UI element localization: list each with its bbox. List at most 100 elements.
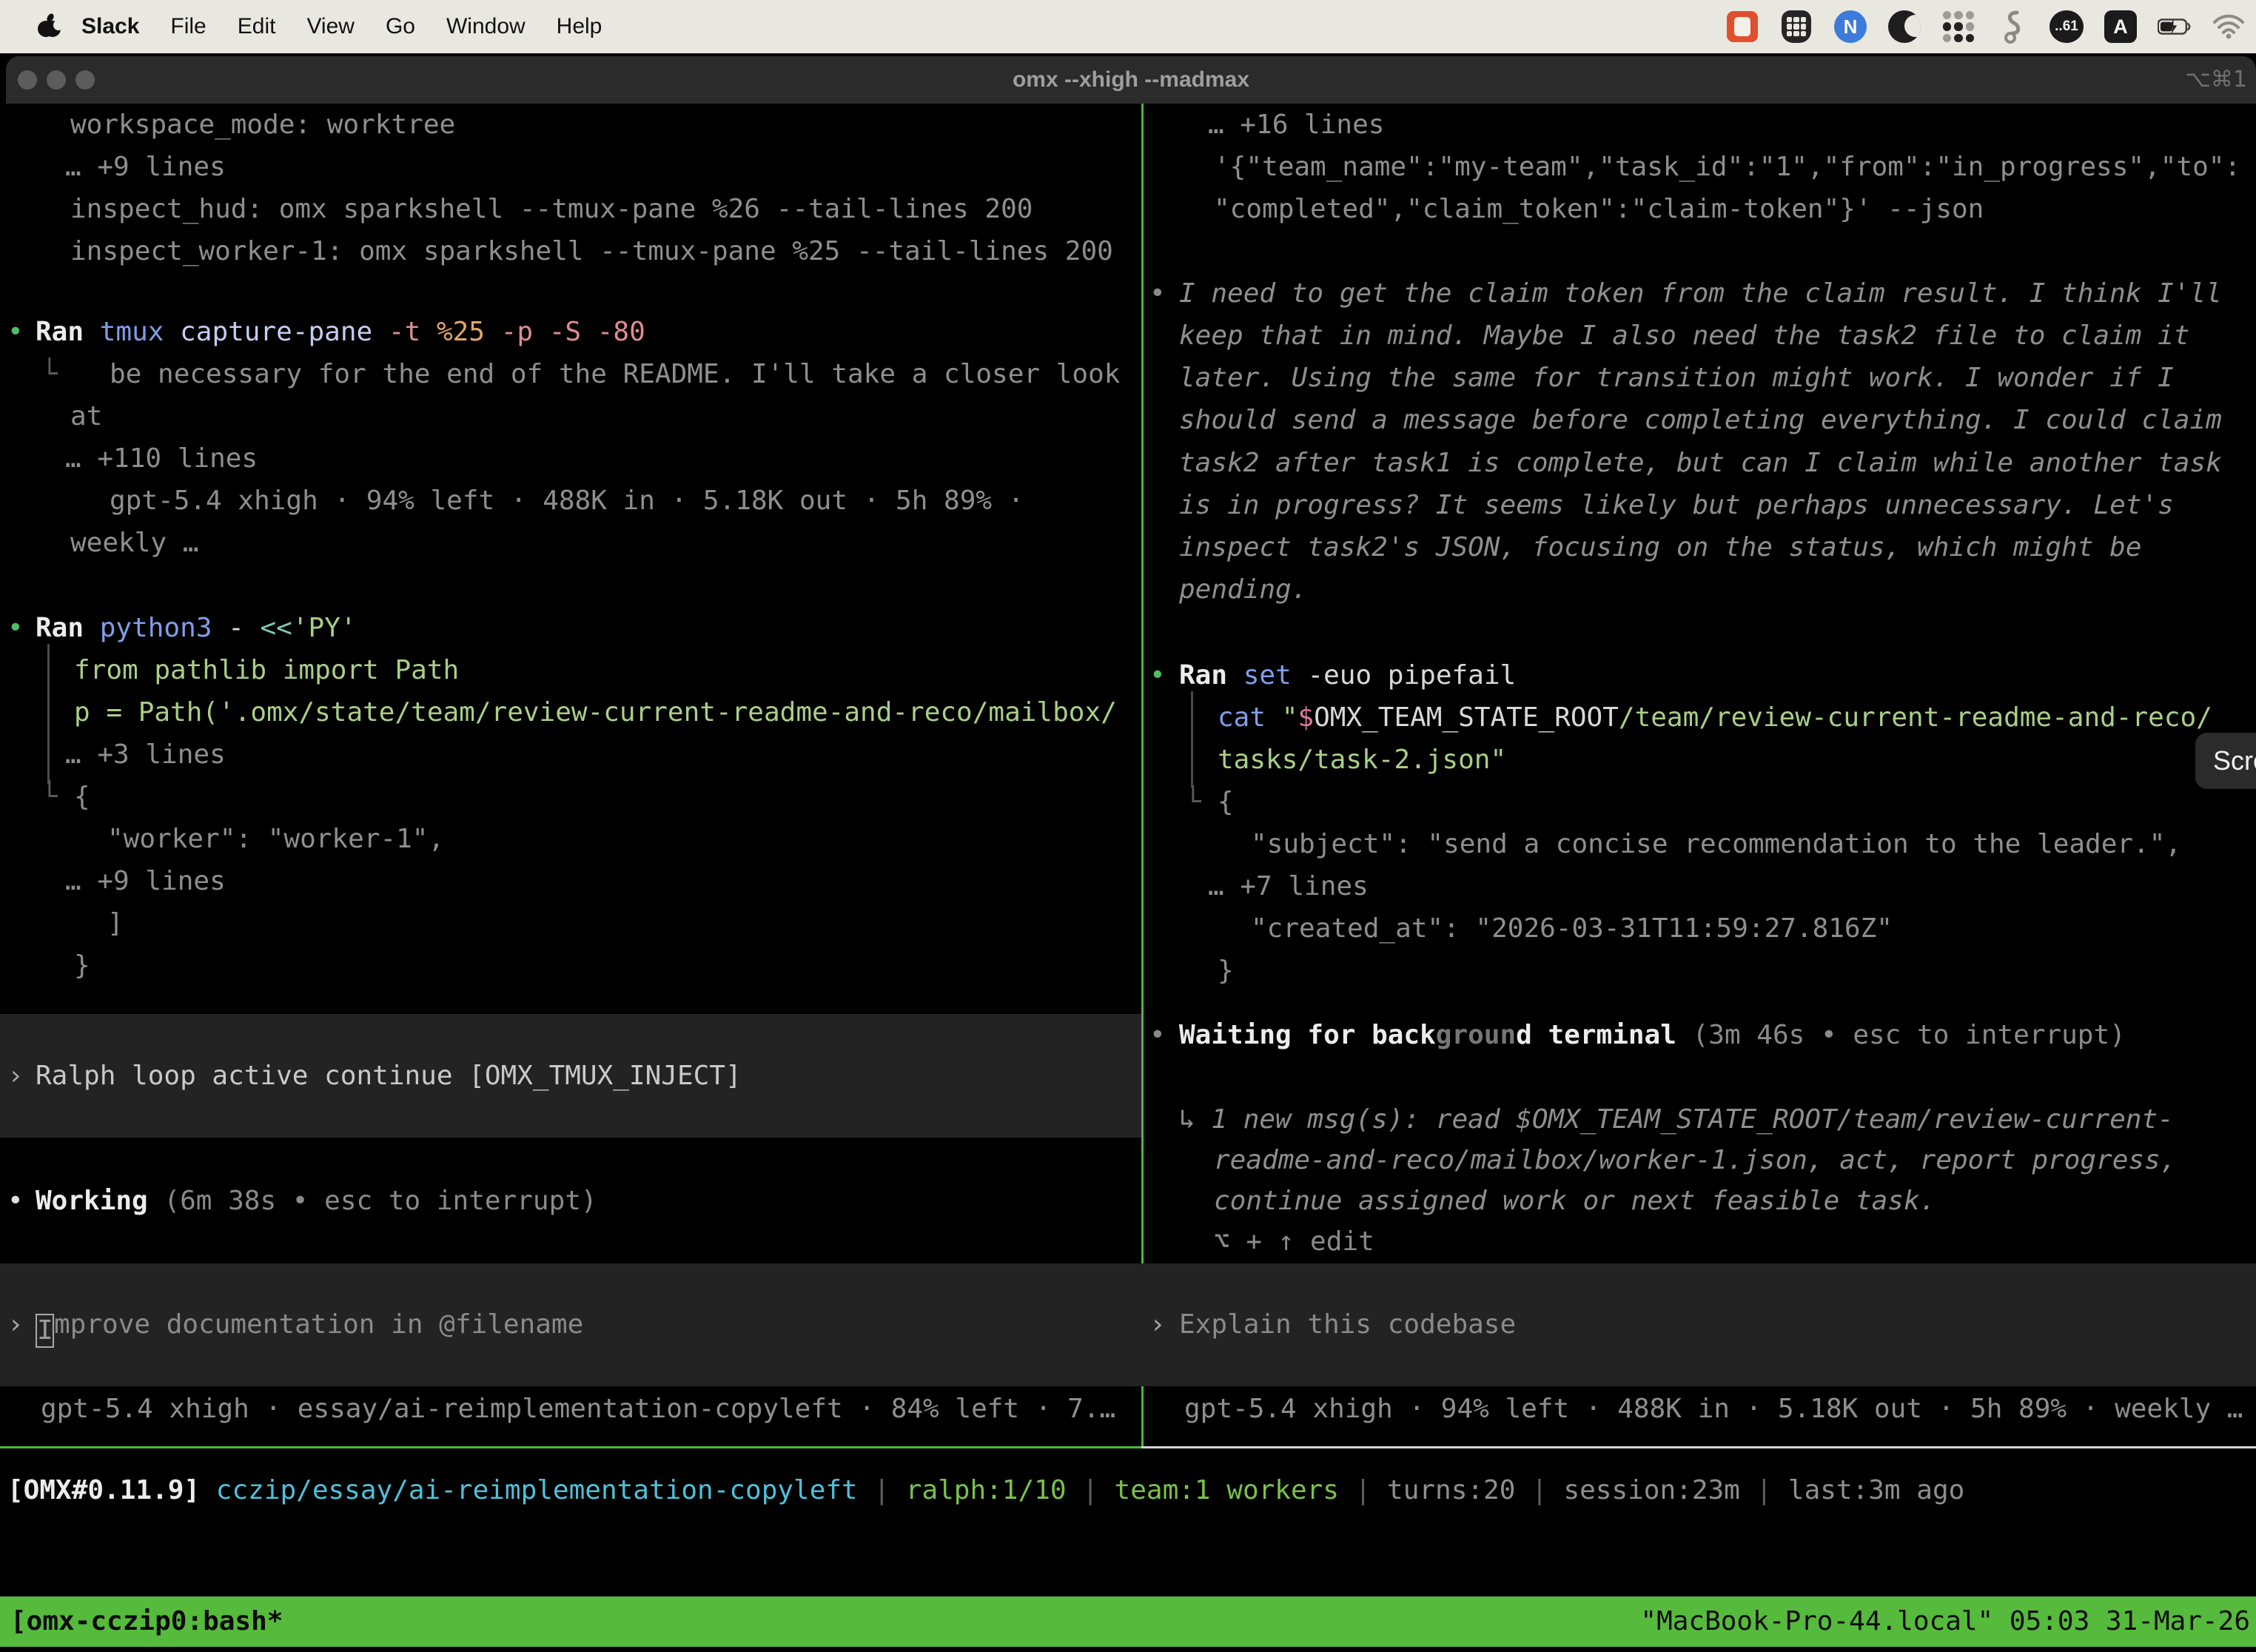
omx-branch: cczip/essay/ai-reimplementation-copyleft [216,1475,858,1505]
menu-app-name[interactable]: Slack [81,14,139,39]
right-pane-bottom-border [1141,1446,2256,1448]
tmux-session-window[interactable]: [omx-cczip0:bash* [10,1596,283,1647]
output-line: be necessary for the end of the README. … [110,353,1120,395]
menu-bar: Slack File Edit View Go Window Help [0,0,2256,53]
code-line: p = Path('.omx/state/team/review-current… [74,691,1117,733]
menu-status-icons: ..61 A [1725,0,2246,53]
output-line: } [1218,950,1234,992]
tmux-host-clock: "MacBook-Pro-44.local" 05:03 31-Mar-26 [1640,1596,2250,1647]
right-prompt-input[interactable]: › Explain this codebase [1141,1263,2256,1386]
ralph-loop-text: Ralph loop active continue [OMX_TMUX_INJ… [36,1055,742,1097]
tmux-status-bar: [omx-cczip0:bash* "MacBook-Pro-44.local"… [0,1596,2256,1647]
waiting-bullet-icon: • [1149,1014,1166,1056]
output-line: { [74,776,90,818]
ran-label: Ran [36,613,84,643]
window-title-bar: omx --xhigh --madmax ⌥⌘1 [6,56,2256,104]
log-line: inspect_worker-1: omx sparkshell --tmux-… [70,230,1113,272]
return-arrow-icon: ↳ [1179,1104,1211,1135]
screen-share-tooltip: Scre [2195,733,2256,789]
badge-61-icon[interactable]: ..61 [2049,10,2084,44]
output-line: gpt-5.4 xhigh · 94% left · 488K in · 5.1… [110,480,1024,522]
command-line-python: Ran python3 - <<'PY' [36,607,357,649]
log-line: … +9 lines [65,146,226,188]
ran-label: Ran [36,317,84,347]
wifi-icon[interactable] [2212,10,2246,44]
log-line: workspace_mode: worktree [70,104,455,146]
screen-record-indicator-icon[interactable] [1725,10,1759,44]
output-line: weekly … [70,522,198,564]
terminal-area: workspace_mode: worktree … +9 lines insp… [0,104,2256,1448]
omx-status-line: [OMX#0.11.9] cczip/essay/ai-reimplementa… [7,1469,1964,1511]
code-block-connector-line [47,644,50,785]
pane-divider[interactable] [1141,104,1144,1448]
output-line: "worker": "worker-1", [107,818,444,860]
apple-menu-icon[interactable] [34,12,64,41]
log-line: "completed","claim_token":"claim-token"}… [1214,188,1984,230]
output-line: at [70,395,102,437]
input-source-icon[interactable]: A [2104,10,2138,44]
menu-item-window[interactable]: Window [446,14,526,39]
working-status: Working (6m 38s • esc to interrupt) [36,1180,597,1222]
thinking-line: task2 after task1 is complete, but can I… [1179,442,2222,484]
prompt-placeholder[interactable]: Improve documentation in @filename [36,1303,583,1346]
output-line: … +7 lines [1208,865,1369,907]
omx-team-counter: team:1 workers [1115,1475,1339,1505]
output-line: "subject": "send a concise recommendatio… [1251,823,2181,865]
thinking-line: later. Using the same for transition mig… [1179,357,2174,399]
crescent-app-icon[interactable] [1887,10,1921,44]
menu-item-view[interactable]: View [306,14,354,39]
menu-item-go[interactable]: Go [386,14,415,39]
ran-label: Ran [1179,660,1227,691]
ralph-loop-banner: › Ralph loop active continue [OMX_TMUX_I… [0,1014,1141,1138]
window-title: omx --xhigh --madmax [6,56,2256,104]
log-line: inspect_hud: omx sparkshell --tmux-pane … [70,188,1033,230]
menu-item-help[interactable]: Help [557,14,602,39]
grid-dots-icon[interactable] [1941,10,1975,44]
log-line: … +16 lines [1208,104,1384,146]
left-pane-bottom-border [0,1446,1141,1448]
password-manager-icon[interactable] [1779,10,1813,44]
squiggle-utility-icon[interactable] [1995,10,2030,44]
thinking-line: inspect task2's JSON, focusing on the st… [1179,526,2141,568]
prompt-chevron-icon: › [1149,1303,1166,1346]
omx-ralph-counter: ralph:1/10 [906,1475,1067,1505]
mailbox-notice-line: readme-and-reco/mailbox/worker-1.json, a… [1214,1139,2176,1181]
run-bullet-icon: • [7,311,24,353]
code-line: tasks/task-2.json" [1218,739,1506,781]
output-line: "created_at": "2026-03-31T11:59:27.816Z" [1251,907,1893,950]
thinking-line: I need to get the claim token from the c… [1179,272,2222,315]
output-line: … +110 lines [65,437,258,480]
command-line-set: Ran set -euo pipefail [1179,654,1516,696]
thinking-bullet-icon: • [1149,272,1166,315]
desktop: { "menu_bar": { "app_name": "Slack", "it… [0,0,2256,1652]
blue-app-icon[interactable] [1833,10,1867,44]
log-line: '{"team_name":"my-team","task_id":"1","f… [1214,146,2240,188]
text-cursor: I [36,1314,54,1348]
mailbox-notice-line: ↳ 1 new msg(s): read $OMX_TEAM_STATE_ROO… [1179,1098,2174,1141]
prompt-placeholder[interactable]: Explain this codebase [1179,1303,1516,1346]
thinking-line: should send a message before completing … [1179,399,2222,441]
omx-last-activity: last:3m ago [1788,1475,1964,1505]
thinking-line: pending. [1179,568,1307,611]
prompt-chevron-icon: › [7,1303,24,1346]
output-line: … +3 lines [65,733,226,776]
edit-shortcut-hint: ⌥ + ↑ edit [1214,1220,1374,1263]
output-corner-connector: └ [41,353,58,395]
code-line: cat "$OMX_TEAM_STATE_ROOT/team/review-cu… [1218,696,2212,739]
left-prompt-input[interactable]: › Improve documentation in @filename [0,1263,1141,1386]
waiting-status: Waiting for background terminal (3m 46s … [1179,1014,2126,1056]
working-bullet-icon: • [7,1180,24,1222]
thinking-line: keep that in mind. Maybe I also need the… [1179,315,2189,357]
battery-icon[interactable] [2158,10,2192,44]
output-line: … +9 lines [65,860,226,902]
omx-version-badge: [OMX#0.11.9] [7,1475,200,1505]
command-line-tmux: Ran tmux capture-pane -t %25 -p -S -80 [36,311,645,353]
output-line: } [74,944,90,987]
output-line: ] [107,902,124,944]
right-pane-status-line: gpt-5.4 xhigh · 94% left · 488K in · 5.1… [1184,1388,2243,1430]
thinking-line: is in progress? It seems likely but perh… [1179,484,2174,526]
code-line: from pathlib import Path [74,649,459,691]
chevron-icon: › [7,1055,24,1097]
menu-item-edit[interactable]: Edit [238,14,276,39]
menu-item-file[interactable]: File [170,14,206,39]
